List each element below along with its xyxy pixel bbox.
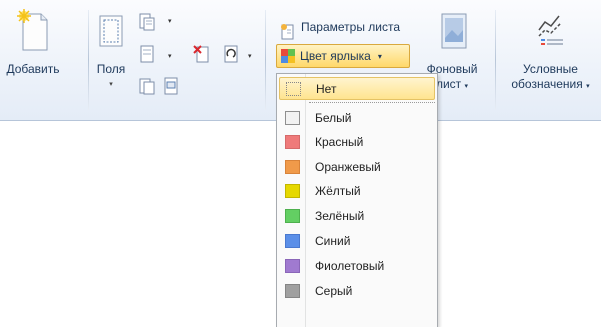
menu-item-label: Белый: [315, 111, 352, 125]
purple-swatch-icon: [285, 259, 300, 273]
sheet-params-label: Параметры листа: [301, 20, 401, 34]
delete-sheet-icon[interactable]: [192, 44, 210, 64]
yellow-swatch-icon: [285, 184, 300, 198]
background-sheet-label-2-text: лист: [435, 77, 462, 91]
menu-item-none[interactable]: Нет: [279, 77, 435, 100]
print-titles-icon[interactable]: [162, 76, 180, 96]
menu-item-label: Синий: [315, 234, 351, 248]
menu-item-label: Нет: [316, 82, 337, 96]
menu-item-label: Серый: [315, 284, 353, 298]
background-sheet-label-2: лист ▾: [436, 77, 468, 94]
no-color-swatch-icon: [286, 82, 301, 96]
menu-item-gray[interactable]: Серый: [279, 280, 435, 303]
chevron-down-icon[interactable]: ▾: [168, 52, 172, 60]
menu-item-orange[interactable]: Оранжевый: [279, 156, 435, 179]
chevron-down-icon: ▾: [464, 83, 469, 90]
menu-item-green[interactable]: Зелёный: [279, 205, 435, 228]
gray-swatch-icon: [285, 284, 300, 298]
group-separator: [495, 10, 496, 110]
menu-item-label: Фиолетовый: [315, 259, 385, 273]
orientation-icon[interactable]: [138, 12, 156, 32]
legend-label-2-text: обозначения: [511, 77, 583, 91]
menu-item-label: Оранжевый: [315, 160, 381, 174]
green-swatch-icon: [285, 209, 300, 223]
legend-label-2: обозначения ▾: [511, 77, 589, 94]
blue-swatch-icon: [285, 234, 300, 248]
chevron-down-icon: ▾: [586, 83, 590, 90]
tab-color-menu: Нет Белый Красный Оранжевый Жёлтый Зелён…: [276, 73, 438, 327]
background-sheet-icon: [441, 13, 467, 49]
menu-item-label: Зелёный: [315, 209, 365, 223]
menu-item-label: Красный: [315, 135, 364, 149]
orange-swatch-icon: [285, 160, 300, 174]
menu-separator: [309, 102, 435, 103]
chevron-down-icon: ▾: [109, 81, 113, 88]
red-swatch-icon: [285, 135, 300, 149]
group-separator: [265, 10, 266, 110]
margins-icon: [99, 15, 123, 47]
legend-icon: [537, 15, 563, 45]
white-swatch-icon: [285, 111, 300, 125]
tab-color-button[interactable]: Цвет ярлыка ▾: [276, 44, 410, 68]
menu-item-white[interactable]: Белый: [279, 107, 435, 130]
chevron-down-icon[interactable]: ▾: [248, 52, 252, 60]
menu-item-yellow[interactable]: Жёлтый: [279, 180, 435, 203]
chevron-down-icon[interactable]: ▾: [168, 17, 172, 25]
tab-color-label: Цвет ярлыка: [300, 49, 371, 63]
menu-item-label: Жёлтый: [315, 184, 361, 198]
margins-button-label: Поля: [96, 62, 126, 76]
sheet-params-button[interactable]: Параметры листа: [279, 20, 401, 40]
margins-button[interactable]: Поля ▾: [88, 8, 134, 92]
menu-item-purple[interactable]: Фиолетовый: [279, 255, 435, 278]
tab-color-icon: [281, 49, 295, 63]
legend-button[interactable]: Условные обозначения ▾: [500, 8, 601, 94]
new-sheet-icon: [17, 9, 48, 51]
legend-label-1: Условные: [523, 62, 578, 76]
page-setup-icon: [281, 24, 294, 40]
print-area-icon[interactable]: [138, 76, 156, 96]
add-button-label: Добавить: [6, 62, 60, 76]
rotate-icon[interactable]: [222, 44, 240, 64]
menu-item-red[interactable]: Красный: [279, 131, 435, 154]
add-button[interactable]: Добавить: [4, 8, 62, 77]
size-icon[interactable]: [138, 44, 156, 64]
chevron-down-icon: ▾: [377, 51, 382, 61]
menu-item-blue[interactable]: Синий: [279, 230, 435, 253]
